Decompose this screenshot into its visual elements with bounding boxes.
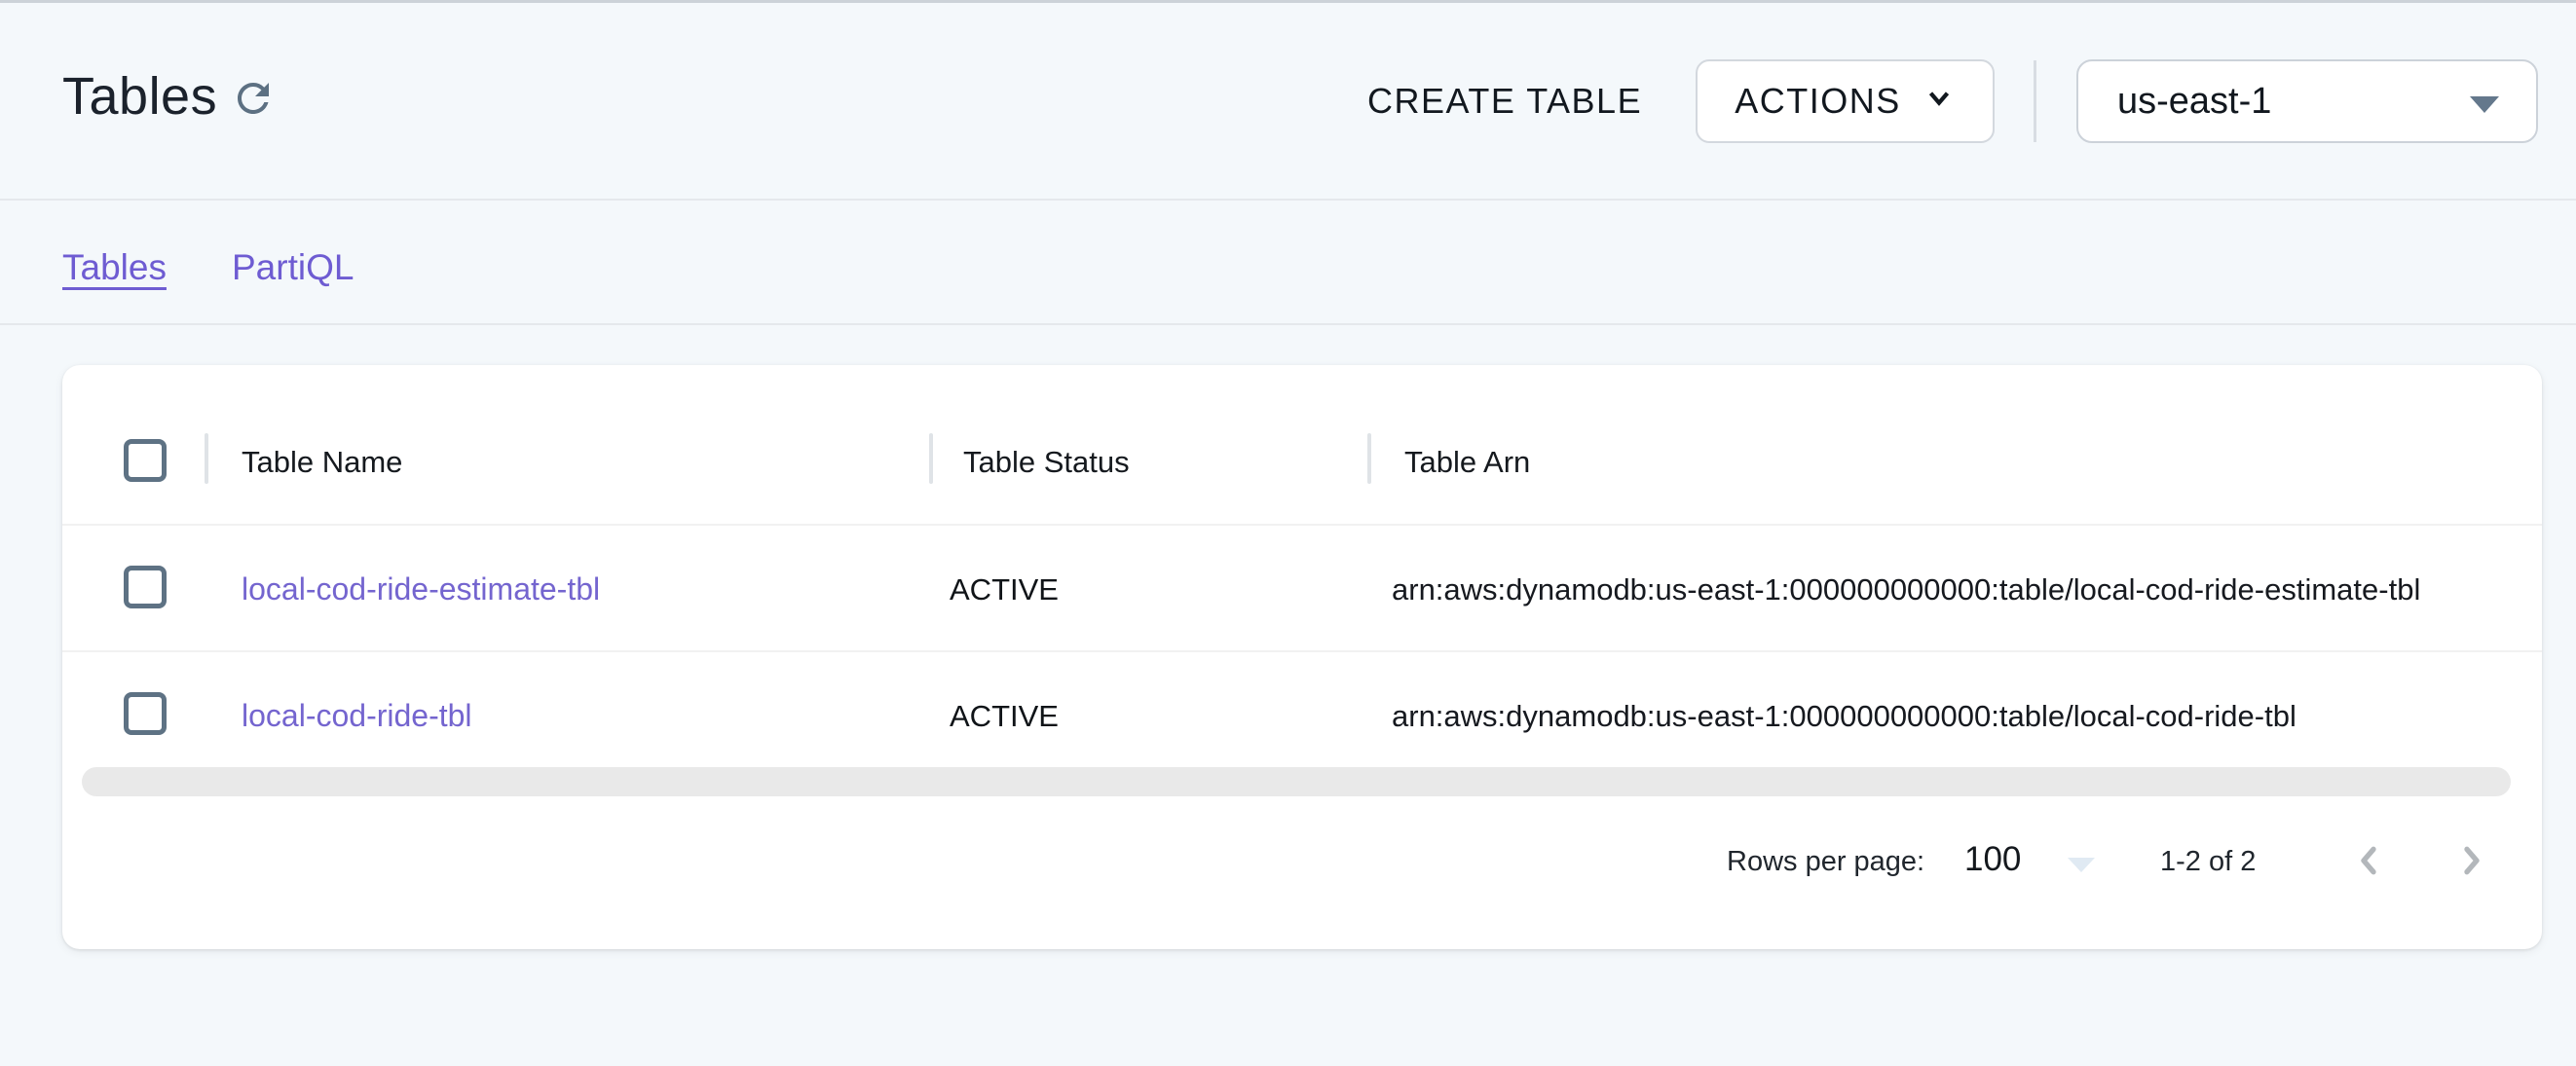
column-header-table-arn: Table Arn: [1404, 445, 1530, 480]
column-divider: [205, 433, 208, 484]
actions-button[interactable]: ACTIONS: [1696, 59, 1995, 143]
rows-per-page-label: Rows per page:: [1727, 846, 1924, 878]
tabs-bottom-divider: [0, 323, 2576, 325]
table-status-value: ACTIVE: [950, 572, 1059, 607]
pagination-range-label: 1-2 of 2: [2160, 846, 2256, 878]
table-name-link[interactable]: local-cod-ride-tbl: [242, 698, 472, 734]
region-select[interactable]: us-east-1: [2076, 59, 2538, 143]
horizontal-scrollbar[interactable]: [82, 767, 2511, 796]
tab-partiql[interactable]: PartiQL: [232, 247, 354, 288]
actions-button-label: ACTIONS: [1735, 81, 1901, 122]
row-checkbox[interactable]: [124, 566, 167, 608]
region-select-value: us-east-1: [2117, 81, 2271, 123]
header-divider: [2034, 60, 2036, 142]
table-status-value: ACTIVE: [950, 699, 1059, 734]
table-arn-value: arn:aws:dynamodb:us-east-1:000000000000:…: [1392, 572, 2420, 607]
chevron-down-icon: [1923, 81, 1956, 123]
rows-per-page-select[interactable]: 100: [1964, 838, 2120, 889]
refresh-icon: [230, 110, 277, 125]
caret-down-icon: [2068, 858, 2095, 872]
chevron-left-icon: [2349, 868, 2388, 883]
caret-down-icon: [2470, 96, 2499, 113]
header-bottom-divider: [0, 199, 2576, 201]
next-page-button[interactable]: [2445, 834, 2499, 889]
row-divider: [62, 650, 2542, 652]
create-table-button[interactable]: CREATE TABLE: [1367, 72, 1642, 130]
window-top-border: [0, 0, 2576, 3]
rows-per-page-value: 100: [1964, 840, 2021, 879]
tables-card: Table Name Table Status Table Arn local-…: [62, 365, 2542, 949]
select-all-checkbox[interactable]: [124, 439, 167, 482]
column-divider: [929, 433, 933, 484]
column-header-table-status: Table Status: [963, 445, 1130, 480]
row-checkbox[interactable]: [124, 692, 167, 735]
previous-page-button[interactable]: [2341, 834, 2396, 889]
column-divider: [1367, 433, 1371, 484]
table-name-link[interactable]: local-cod-ride-estimate-tbl: [242, 571, 600, 607]
tab-tables[interactable]: Tables: [62, 247, 167, 288]
column-header-table-name: Table Name: [242, 445, 402, 480]
refresh-button[interactable]: [228, 74, 279, 125]
table-arn-value: arn:aws:dynamodb:us-east-1:000000000000:…: [1392, 699, 2296, 734]
page-title: Tables: [62, 66, 217, 127]
row-divider: [62, 524, 2542, 526]
chevron-right-icon: [2452, 868, 2491, 883]
